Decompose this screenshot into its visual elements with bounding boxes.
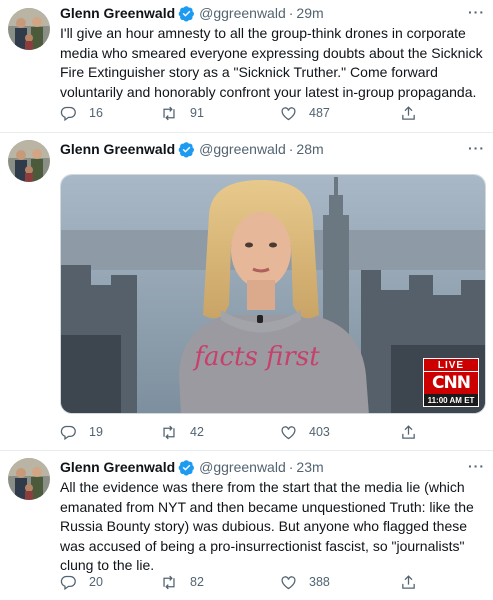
like-button[interactable]: 388 [280,574,330,591]
reply-button[interactable]: 16 [60,105,103,122]
reply-count: 19 [89,425,103,439]
like-count: 388 [309,575,330,589]
like-button[interactable]: 403 [280,424,330,441]
avatar[interactable] [8,8,50,50]
tweet[interactable]: Glenn Greenwald @ggreenwald · 28m ··· fa… [0,132,493,450]
share-button[interactable] [400,424,429,441]
avatar[interactable] [8,458,50,500]
like-button[interactable]: 487 [280,105,330,122]
share-button[interactable] [400,105,429,122]
tweet-text: All the evidence was there from the star… [60,479,474,573]
like-count: 487 [309,106,330,120]
reply-count: 20 [89,575,103,589]
like-icon [281,425,296,439]
tweet[interactable]: Glenn Greenwald @ggreenwald · 29m ··· I'… [0,0,493,132]
more-icon[interactable]: ··· [468,140,485,156]
retweet-button[interactable]: 42 [160,424,204,441]
retweet-count: 82 [190,575,204,589]
share-icon [402,105,415,120]
separator: · [288,459,294,475]
tweet-actions: 19 42 403 [60,422,432,442]
tweet-actions: 16 91 487 [60,103,432,123]
retweet-button[interactable]: 82 [160,574,204,591]
author-name[interactable]: Glenn Greenwald [60,141,175,157]
separator: · [288,5,294,21]
author-handle[interactable]: @ggreenwald [199,459,286,475]
like-count: 403 [309,425,330,439]
verified-badge-icon [178,459,195,476]
like-icon [281,575,296,589]
reply-icon [60,106,76,121]
timestamp[interactable]: 28m [296,141,323,157]
timestamp[interactable]: 23m [296,459,323,475]
shirt-text: facts first [192,342,320,372]
timestamp[interactable]: 29m [296,5,323,21]
verified-badge-icon [178,5,195,22]
tweet-header: Glenn Greenwald @ggreenwald · 23m [60,457,485,477]
share-icon [402,424,415,439]
reply-count: 16 [89,106,103,120]
retweet-count: 91 [190,106,204,120]
avatar[interactable] [8,140,50,182]
broadcast-time: 11:00 AM ET [423,394,479,407]
retweet-icon [163,106,175,120]
retweet-count: 42 [190,425,204,439]
tweet-video[interactable]: facts first LIVE CNN 11:00 AM ET [60,174,486,414]
author-handle[interactable]: @ggreenwald [199,5,286,21]
reply-button[interactable]: 19 [60,424,103,441]
tweet-header: Glenn Greenwald @ggreenwald · 28m [60,139,485,159]
separator: · [288,141,294,157]
live-label: LIVE [423,358,479,372]
tweet-header: Glenn Greenwald @ggreenwald · 29m [60,3,485,23]
tweet-actions: 20 82 388 [60,572,432,592]
retweet-icon [163,425,175,439]
share-icon [402,574,415,589]
reply-icon [60,425,76,440]
more-icon[interactable]: ··· [468,458,485,474]
reply-icon [60,575,76,590]
tweet[interactable]: Glenn Greenwald @ggreenwald · 23m ··· Al… [0,450,493,600]
cnn-badge: LIVE CNN 11:00 AM ET [423,358,479,407]
verified-badge-icon [178,141,195,158]
more-icon[interactable]: ··· [468,4,485,20]
like-icon [281,106,296,120]
reply-button[interactable]: 20 [60,574,103,591]
author-name[interactable]: Glenn Greenwald [60,5,175,21]
author-name[interactable]: Glenn Greenwald [60,459,175,475]
tweet-text: I'll give an hour amnesty to all the gro… [60,25,483,100]
cnn-logo: CNN [423,372,479,394]
author-handle[interactable]: @ggreenwald [199,141,286,157]
retweet-icon [163,575,175,589]
retweet-button[interactable]: 91 [160,105,204,122]
share-button[interactable] [400,574,429,591]
